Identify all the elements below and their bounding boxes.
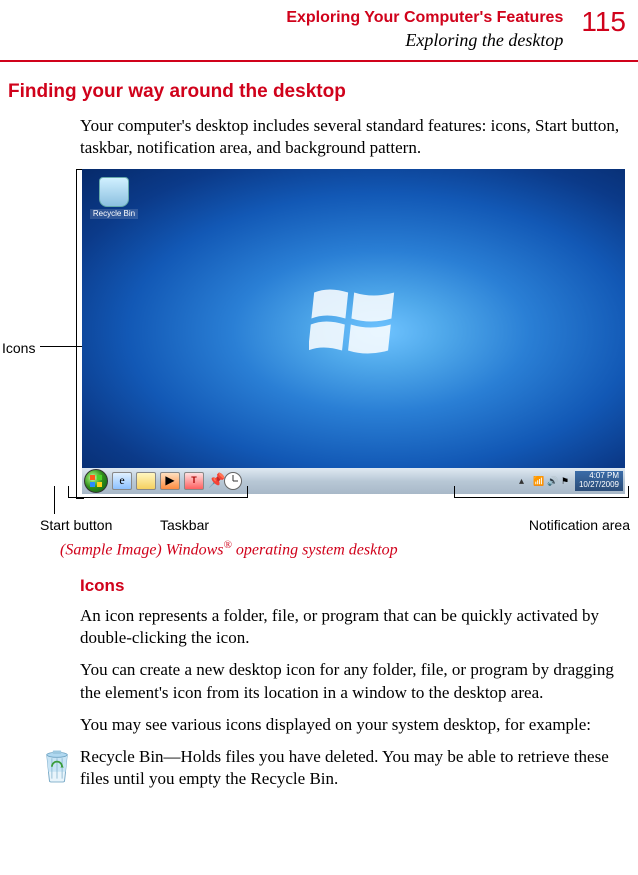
page-header: Exploring Your Computer's Features Explo… [0, 0, 638, 62]
callout-bracket-notification [454, 486, 629, 498]
callout-notification-label: Notification area [529, 516, 630, 534]
icons-p3: You may see various icons displayed on y… [80, 714, 628, 736]
figure-caption: (Sample Image) Windows® operating system… [60, 538, 638, 561]
tray-action-icon[interactable]: ⚑ [561, 476, 571, 486]
callout-start-button-label: Start button [40, 516, 112, 534]
section-heading: Finding your way around the desktop [8, 80, 638, 105]
desktop-screenshot: Recycle Bin [82, 169, 625, 494]
icons-p1: An icon represents a folder, file, or pr… [80, 605, 628, 649]
recycle-bin-description: Recycle Bin—Holds files you have deleted… [80, 746, 628, 790]
page-content: Finding your way around the desktop Your… [0, 80, 638, 790]
recycle-bin-glyph-icon [40, 746, 74, 790]
callout-taskbar-label: Taskbar [160, 516, 209, 534]
windows-logo-icon [309, 285, 399, 366]
caption-reg-mark: ® [224, 539, 232, 551]
desktop-recycle-bin[interactable]: Recycle Bin [90, 177, 138, 219]
callout-icons-label: Icons [2, 339, 35, 357]
caption-suffix: operating system desktop [232, 541, 398, 558]
intro-paragraph: Your computer's desktop includes several… [80, 115, 628, 159]
recycle-bin-icon [99, 177, 129, 207]
callout-bracket-taskbar [68, 486, 248, 498]
page-number: 115 [581, 8, 626, 36]
tray-volume-icon[interactable]: 🔊 [547, 476, 557, 486]
recycle-bin-label: Recycle Bin [90, 209, 138, 219]
figure: Icons Recycle Bin [40, 169, 630, 532]
tray-network-icon[interactable]: 📶 [533, 476, 543, 486]
callout-row: Start button Taskbar Notification area [40, 496, 630, 532]
section-title: Exploring the desktop [286, 29, 563, 52]
caption-prefix: (Sample Image) Windows [60, 541, 224, 558]
icons-p2: You can create a new desktop icon for an… [80, 659, 628, 703]
chapter-title: Exploring Your Computer's Features [286, 8, 563, 29]
recycle-bin-list-item: Recycle Bin—Holds files you have deleted… [40, 746, 628, 790]
subsection-heading: Icons [80, 575, 638, 597]
callout-line-start [54, 486, 55, 514]
